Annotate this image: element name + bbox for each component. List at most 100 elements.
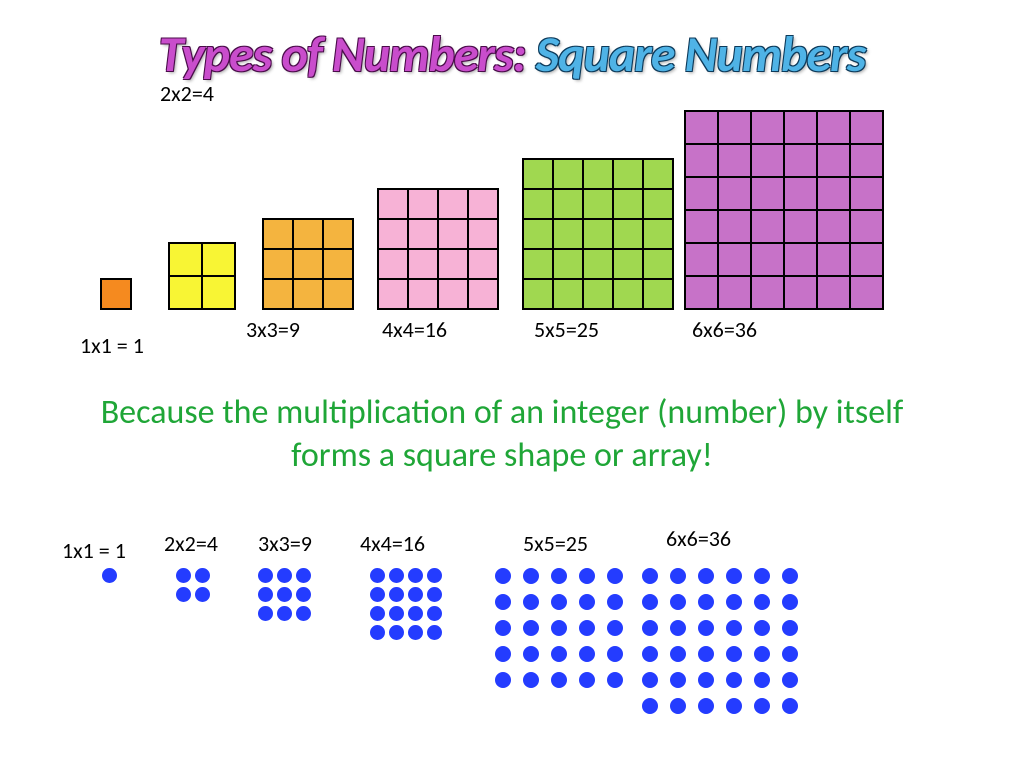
dot-icon xyxy=(607,594,623,610)
dot-icon xyxy=(579,672,595,688)
dot-icon xyxy=(670,672,686,688)
grid-cell xyxy=(685,177,718,210)
dot-icon xyxy=(698,568,714,584)
grid-cell xyxy=(169,243,202,276)
dot-icon xyxy=(670,620,686,636)
dot-icon xyxy=(754,698,770,714)
grid-cell xyxy=(523,189,553,219)
dot-icon xyxy=(782,568,798,584)
dot-icon xyxy=(195,587,210,602)
dot-icon xyxy=(370,568,385,583)
grid-cell xyxy=(685,210,718,243)
dot-icon xyxy=(579,620,595,636)
grid-cell xyxy=(850,144,883,177)
dot-icon xyxy=(495,568,511,584)
grid-cell xyxy=(408,219,438,249)
grid-cell xyxy=(751,111,784,144)
grid-cell xyxy=(263,249,293,279)
dot-icon xyxy=(495,594,511,610)
grid-cell xyxy=(293,249,323,279)
grid-cell xyxy=(378,189,408,219)
dot-icon xyxy=(495,646,511,662)
grid-cell xyxy=(553,219,583,249)
dot-icon xyxy=(607,568,623,584)
dot-icon xyxy=(782,672,798,688)
dot-icon xyxy=(642,594,658,610)
dot-icon xyxy=(642,672,658,688)
grid-cell xyxy=(553,159,583,189)
grid-cell xyxy=(685,243,718,276)
dot-icon xyxy=(523,568,539,584)
dot-icon xyxy=(427,587,442,602)
dot-icon xyxy=(495,672,511,688)
dot-icon xyxy=(427,625,442,640)
grid-cell xyxy=(751,243,784,276)
grid-cell xyxy=(202,276,235,309)
dot-icon xyxy=(726,646,742,662)
grid-cell xyxy=(817,210,850,243)
dot-icon xyxy=(408,568,423,583)
dot-icon xyxy=(670,698,686,714)
dot-label-4: 4x4=16 xyxy=(360,530,425,557)
dot-icon xyxy=(782,646,798,662)
grid-cell xyxy=(378,279,408,309)
grid-cell xyxy=(613,219,643,249)
grid-cell xyxy=(323,249,353,279)
grid-cell xyxy=(784,276,817,309)
grid-label-1x1: 1x1 = 1 xyxy=(80,332,144,359)
grid-cell xyxy=(583,159,613,189)
grid-label-3x3: 3x3=9 xyxy=(246,316,300,343)
dot-icon xyxy=(754,620,770,636)
dot-icon xyxy=(551,646,567,662)
dot-label-2: 2x2=4 xyxy=(164,530,218,557)
dot-icon xyxy=(670,594,686,610)
square-grids-row xyxy=(0,110,1024,310)
dot-icon xyxy=(642,620,658,636)
grid-cell xyxy=(643,279,673,309)
grid-cell xyxy=(378,219,408,249)
dot-icon xyxy=(726,594,742,610)
grid-cell xyxy=(263,219,293,249)
grid-label-5x5: 5x5=25 xyxy=(534,316,599,343)
grid-cell xyxy=(817,177,850,210)
dot-icon xyxy=(389,606,404,621)
dot-icon xyxy=(551,620,567,636)
dot-icon xyxy=(551,594,567,610)
dot-icon xyxy=(698,620,714,636)
explanation-text: Because the multiplication of an integer… xyxy=(60,392,944,477)
dot-label-1: 1x1 = 1 xyxy=(62,537,126,564)
dot-array-3 xyxy=(258,568,311,621)
dot-icon xyxy=(427,568,442,583)
grid-cell xyxy=(817,144,850,177)
grid-cell xyxy=(850,243,883,276)
title-part-2: Square Numbers xyxy=(536,24,866,85)
grid-label-6x6: 6x6=36 xyxy=(692,316,757,343)
dot-array-6 xyxy=(642,568,802,718)
page-title: Types of Numbers: Square Numbers xyxy=(0,24,1024,85)
dot-icon xyxy=(670,646,686,662)
dot-icon xyxy=(698,672,714,688)
grid-cell xyxy=(263,279,293,309)
dot-icon xyxy=(579,568,595,584)
dot-icon xyxy=(670,568,686,584)
dot-icon xyxy=(195,568,210,583)
grid-cell xyxy=(583,279,613,309)
dot-array-1 xyxy=(102,568,117,583)
dot-icon xyxy=(642,698,658,714)
dot-label-3: 3x3=9 xyxy=(258,530,312,557)
dot-icon xyxy=(607,620,623,636)
grid-cell xyxy=(817,276,850,309)
grid-cell xyxy=(718,210,751,243)
dot-icon xyxy=(726,698,742,714)
grid-cell xyxy=(523,219,553,249)
dot-icon xyxy=(754,672,770,688)
dot-icon xyxy=(782,620,798,636)
grid-cell xyxy=(553,189,583,219)
grid-5x5 xyxy=(522,158,674,310)
dot-array-2 xyxy=(176,568,210,602)
grid-label-2x2-top: 2x2=4 xyxy=(160,80,214,107)
dot-icon xyxy=(296,606,311,621)
grid-cell xyxy=(438,189,468,219)
grid-1x1 xyxy=(100,278,132,310)
grid-cell xyxy=(643,159,673,189)
